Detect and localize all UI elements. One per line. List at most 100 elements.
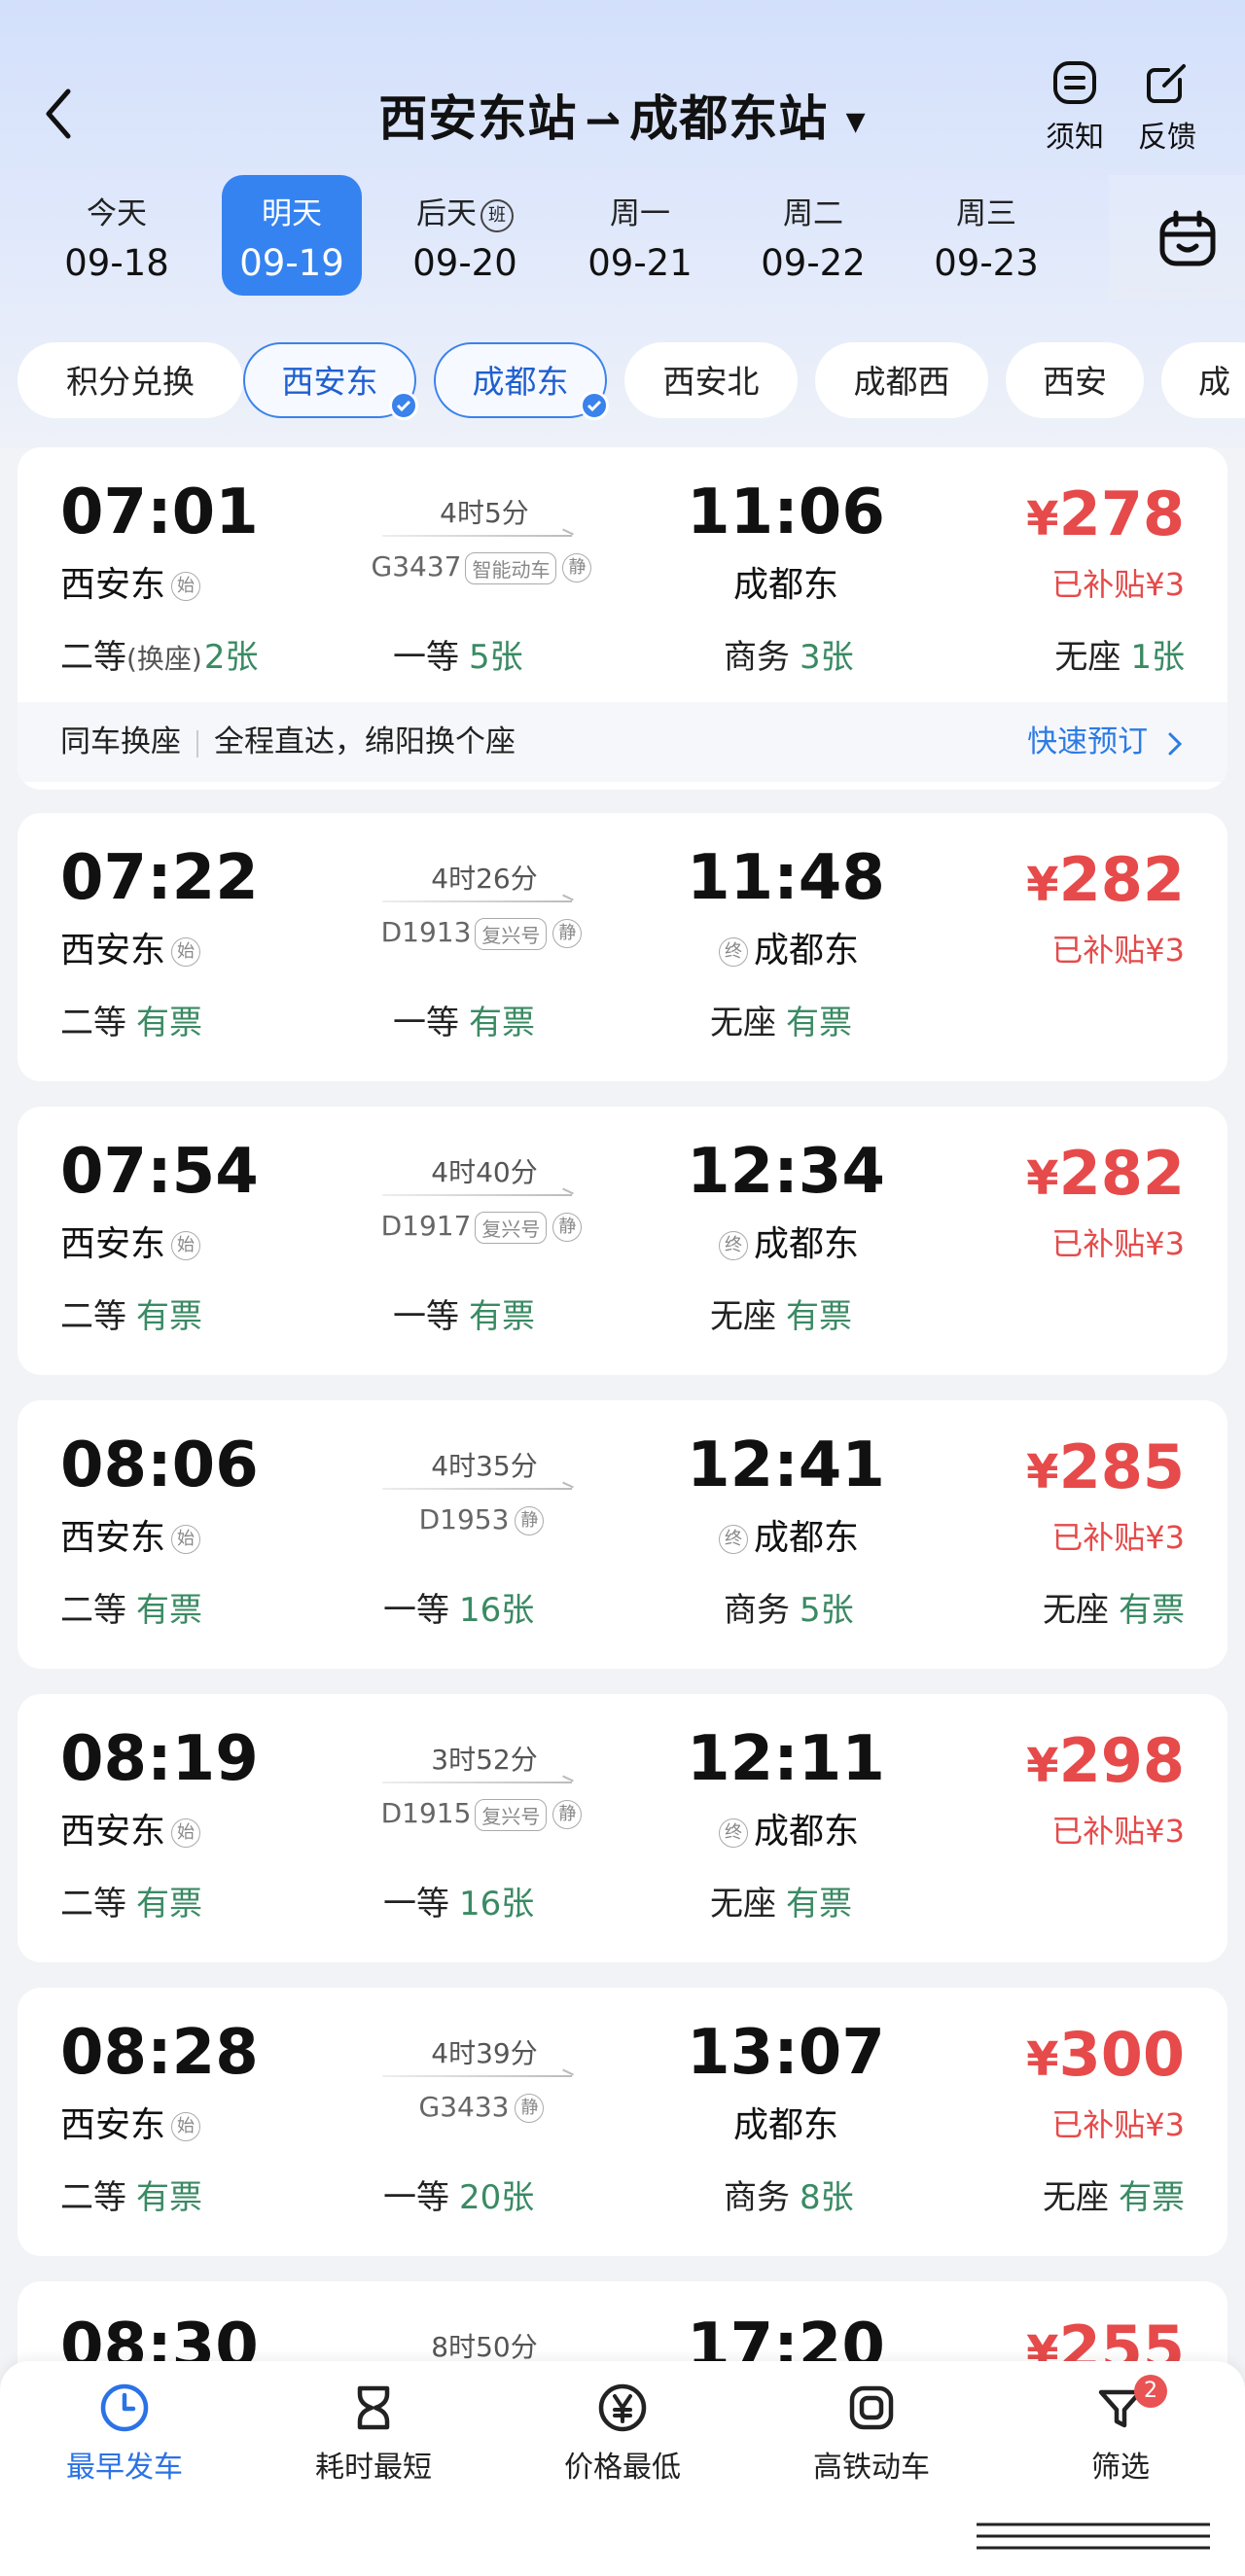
- arrival-station: 成都东: [732, 565, 838, 605]
- train-number-text: D1913: [380, 916, 472, 948]
- date-value: 09-20: [412, 242, 517, 284]
- divider: [196, 729, 198, 758]
- chip-xian[interactable]: 西安: [1006, 342, 1144, 418]
- arrival-station-name: 成都东: [753, 1812, 859, 1852]
- origin-tag: 始: [171, 572, 201, 601]
- seat-count: 5张: [469, 638, 523, 677]
- seat-name: 一等: [393, 1297, 459, 1336]
- sort-label: 筛选: [1091, 2451, 1150, 2485]
- train-card[interactable]: 08:28 西安东始 4时39分 G3433 静 13:07 成都东 ¥300 已…: [18, 1988, 1227, 2256]
- date-tab-0920[interactable]: 后天班 09-20: [395, 175, 535, 296]
- quick-book-link[interactable]: 快速预订: [1027, 702, 1185, 782]
- arrival-time: 11:48: [687, 842, 885, 914]
- seat-standing: 无座 有票: [1043, 2170, 1185, 2218]
- date-tab-0919[interactable]: 明天 09-19: [222, 175, 362, 296]
- seat-count: 有票: [136, 2178, 202, 2217]
- price: ¥282: [1026, 1138, 1185, 1209]
- quiet-tag: 静: [552, 919, 583, 948]
- seat-count: 有票: [469, 1004, 535, 1042]
- chip-chengdu-west[interactable]: 成都西: [815, 342, 988, 418]
- date-day: 周一: [610, 196, 670, 231]
- seat-first-class: 一等 20张: [383, 2170, 534, 2218]
- seat-standing: 无座 有票: [710, 1289, 852, 1337]
- departure-time: 08:28: [60, 2017, 259, 2089]
- caret-down-icon: ▼: [845, 107, 867, 137]
- price: ¥285: [1026, 1431, 1185, 1502]
- feedback-label: 反馈: [1138, 121, 1196, 155]
- seat-name: 一等: [393, 638, 459, 677]
- subsidy: 已补贴¥3: [1051, 1519, 1185, 1556]
- sort-earliest-departure[interactable]: 最早发车: [27, 2381, 222, 2486]
- yen-sign: ¥: [1026, 1739, 1059, 1793]
- origin-tag: 始: [171, 2112, 201, 2141]
- seat-second-class: 二等 有票: [60, 1289, 202, 1337]
- train-card[interactable]: 07:22 西安东始 4时26分 D1913 复兴号静 11:48 终成都东 ¥2…: [18, 813, 1227, 1081]
- date-tab-0923[interactable]: 周三 09-23: [916, 175, 1056, 296]
- departure-station-name: 西安东: [60, 2105, 166, 2145]
- date-tab-0921[interactable]: 周一 09-21: [570, 175, 710, 296]
- seat-name: 二等: [60, 1297, 126, 1336]
- seat-standing: 无座 有票: [710, 1877, 852, 1924]
- seat-name: 无座: [710, 1297, 776, 1336]
- date-tab-0918[interactable]: 今天 09-18: [47, 175, 187, 296]
- filter-button[interactable]: 2 筛选: [1023, 2375, 1218, 2486]
- price-value: 282: [1058, 844, 1185, 915]
- seat-count: 有票: [136, 1591, 202, 1630]
- notice-button[interactable]: 须知: [1026, 58, 1123, 156]
- chip-points-exchange[interactable]: 积分兑换: [18, 342, 243, 418]
- sort-lowest-price[interactable]: 价格最低: [525, 2381, 720, 2486]
- train-number-text: G3437: [371, 550, 462, 582]
- seat-note: (换座): [126, 643, 202, 675]
- seat-name: 一等: [393, 1004, 459, 1042]
- sort-label: 价格最低: [564, 2451, 681, 2485]
- seat-count: 16张: [459, 1885, 535, 1923]
- sort-label: 耗时最短: [315, 2451, 432, 2485]
- date-day: 周三: [956, 196, 1016, 231]
- seat-count: 3张: [800, 638, 854, 677]
- chip-cheng[interactable]: 成: [1161, 342, 1245, 418]
- arrival-time: 12:34: [687, 1136, 885, 1208]
- chip-chengdu-east[interactable]: 成都东: [434, 342, 609, 420]
- date-value: 09-19: [239, 242, 344, 284]
- bottom-sort-bar: 最早发车 耗时最短 价格最低 高铁动车 2 筛选: [0, 2361, 1245, 2576]
- seat-name: 商务: [724, 638, 790, 677]
- train-card[interactable]: 07:01 西安东始 4时5分 G3437 智能动车静 11:06 成都东 ¥27…: [18, 447, 1227, 790]
- calendar-button[interactable]: [1157, 209, 1218, 273]
- duration: 4时39分: [431, 2037, 538, 2069]
- seat-name: 无座: [710, 1885, 776, 1923]
- train-icon: [849, 2385, 894, 2430]
- seat-business: 商务 5张: [724, 1583, 854, 1631]
- departure-time: 08:19: [60, 1723, 259, 1795]
- price-value: 285: [1058, 1431, 1185, 1502]
- departure-station: 西安东始: [60, 556, 206, 607]
- seat-count: 16张: [459, 1591, 535, 1630]
- duration-arrow: [382, 535, 572, 537]
- notice-icon: [1053, 61, 1096, 104]
- seat-first-class: 一等 16张: [383, 1583, 534, 1631]
- filter-high-speed[interactable]: 高铁动车: [774, 2381, 969, 2486]
- yen-sign: ¥: [1026, 858, 1059, 912]
- checkmark-icon: [580, 391, 609, 420]
- seat-count: 有票: [1119, 1591, 1185, 1630]
- train-card[interactable]: 08:06 西安东始 4时35分 D1953 静 12:41 终成都东 ¥285 …: [18, 1400, 1227, 1669]
- duration-arrow: [382, 1488, 572, 1490]
- train-card[interactable]: 08:19 西安东始 3时52分 D1915 复兴号静 12:11 终成都东 ¥2…: [18, 1694, 1227, 1962]
- train-tag: 复兴号: [475, 917, 548, 950]
- yen-sign: ¥: [1026, 1151, 1059, 1206]
- origin-tag: 始: [171, 1525, 201, 1554]
- seat-count: 2张: [203, 638, 259, 677]
- departure-station: 西安东始: [60, 1509, 206, 1560]
- calendar-icon: [1159, 210, 1216, 266]
- date-tab-0922[interactable]: 周二 09-22: [743, 175, 883, 296]
- chip-xian-north[interactable]: 西安北: [624, 342, 798, 418]
- duration: 8时50分: [431, 2331, 538, 2363]
- seat-name: 无座: [1054, 638, 1121, 677]
- chip-xian-east[interactable]: 西安东: [243, 342, 418, 420]
- train-card[interactable]: 07:54 西安东始 4时40分 D1917 复兴号静 12:34 终成都东 ¥2…: [18, 1107, 1227, 1375]
- sort-shortest-duration[interactable]: 耗时最短: [276, 2381, 471, 2486]
- seat-name: 商务: [724, 1591, 790, 1630]
- feedback-button[interactable]: 反馈: [1119, 58, 1216, 156]
- workday-badge: 班: [480, 198, 514, 232]
- header: 西安东站 ⇀ 成都东站 ▼ 须知 反馈 今天 09-18 明天 09-19 后天班 …: [0, 0, 1245, 447]
- seat-count: 8张: [800, 2178, 854, 2217]
